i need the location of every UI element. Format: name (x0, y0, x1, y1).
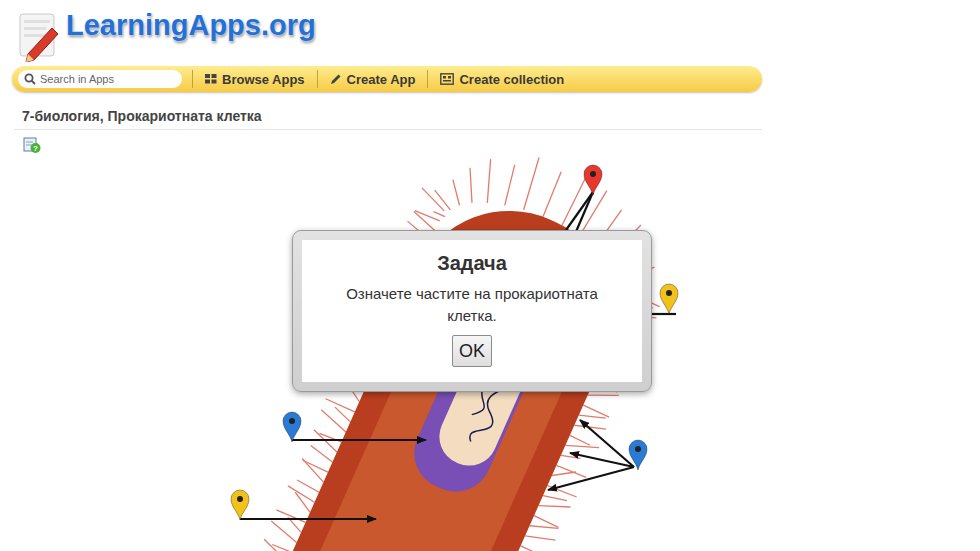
pilus (417, 188, 449, 211)
pilus (290, 492, 315, 512)
grid-icon (205, 74, 217, 84)
pointer-arrow (548, 467, 634, 490)
pilus (434, 212, 445, 217)
dialog-body: Задача Означете частите на прокариотната… (302, 240, 642, 382)
toolbar-link[interactable]: Browse Apps (203, 72, 307, 87)
page: LearningApps.org Browse Apps Create App … (0, 0, 980, 551)
pilus (302, 460, 328, 472)
map-pin[interactable] (660, 284, 678, 314)
pilus (525, 528, 555, 548)
pilus (517, 158, 546, 210)
pilus (457, 168, 484, 203)
page-title: 7-биология, Прокариотната клетка (14, 106, 762, 130)
pilus (308, 445, 335, 462)
toolbar-separator (427, 70, 428, 88)
pilus (430, 190, 455, 210)
logo-text[interactable]: LearningApps.org (66, 9, 316, 42)
pilus (516, 545, 549, 551)
toolbar-link-label: Browse Apps (222, 72, 305, 87)
map-pin[interactable] (629, 440, 647, 470)
help-icon[interactable]: ? (23, 136, 41, 154)
pilus (534, 516, 559, 528)
pilus (317, 410, 350, 432)
pilus (569, 435, 590, 445)
pointer-arrow (240, 518, 376, 520)
pilus (498, 165, 522, 206)
pilus (530, 517, 559, 537)
map-pin[interactable] (584, 165, 602, 195)
toolbar: Browse Apps Create App Create collection (12, 66, 762, 92)
toolbar-link[interactable]: Create collection (438, 72, 566, 87)
pointer-arrow (580, 420, 634, 467)
pilus (539, 495, 571, 518)
dialog-buttons: OK (322, 335, 622, 367)
pointer-arrow (292, 439, 426, 441)
toolbar-link-label: Create collection (459, 72, 564, 87)
pilus (444, 180, 468, 206)
pilus (268, 521, 301, 543)
pilus (543, 491, 567, 505)
ok-button[interactable]: OK (452, 335, 492, 367)
toolbar-link-label: Create App (347, 72, 416, 87)
pilus (541, 172, 562, 217)
pilus (574, 417, 606, 438)
pilus (583, 405, 609, 417)
diagram-stage: ? Задача Означете частите на прокариотна… (0, 130, 980, 551)
search-box[interactable] (18, 70, 182, 88)
pointer-arrow (566, 192, 593, 230)
pointer-arrow (652, 313, 676, 315)
dialog-title: Задача (322, 252, 622, 275)
pointer-arrow (570, 453, 634, 467)
svg-text:?: ? (33, 144, 38, 153)
toolbar-separator (317, 70, 318, 88)
logo[interactable]: LearningApps.org (0, 0, 980, 62)
paper-pencil-icon (14, 10, 62, 62)
map-pin[interactable] (283, 412, 301, 442)
pilus (474, 159, 504, 203)
map-pin[interactable] (231, 490, 249, 520)
pilus (332, 407, 353, 422)
task-dialog: Задача Означете частите на прокариотната… (292, 230, 652, 392)
pencil-icon (330, 73, 342, 85)
search-input[interactable] (40, 73, 176, 85)
pilus (297, 459, 329, 483)
bacterium (214, 130, 699, 551)
toolbar-link[interactable]: Create App (328, 72, 418, 87)
dialog-message: Означете частите на прокариотната клетка… (322, 283, 622, 327)
pilus (556, 464, 586, 478)
pilus (259, 539, 292, 551)
pilus (520, 546, 543, 551)
magnifier-icon (24, 73, 36, 85)
collection-icon (440, 73, 454, 85)
pilus (296, 480, 320, 492)
pilus (326, 399, 355, 412)
toolbar-separator (192, 70, 193, 88)
